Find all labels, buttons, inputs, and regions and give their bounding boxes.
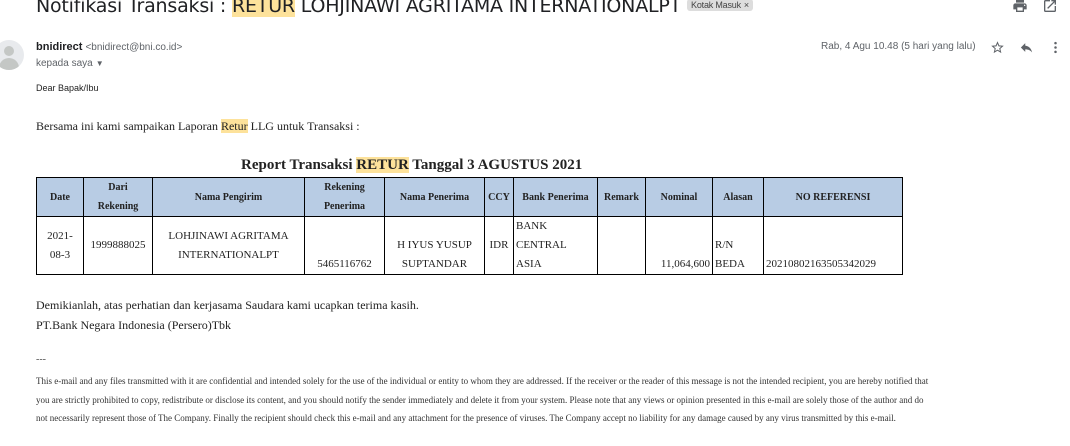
sender-email: <bnidirect@bni.co.id> [85,42,183,53]
header-ccy: CCY [484,177,514,217]
cell-alasan-line1: R/N [715,239,734,251]
sender-line: bnidirect <bnidirect@bni.co.id> [36,41,182,53]
cell-bank-line3: ASIA [516,258,542,270]
cell-nominal: 11,064,600 [645,216,713,275]
cell-date-line1: 2021- [47,229,73,242]
header-rek-line1: Rekening [324,182,365,193]
avatar-icon [0,40,24,70]
cell-nama-pengirim: LOHJINAWI AGRITAMA INTERNATIONALPT [152,216,305,275]
inbox-label-text: Kotak Masuk [691,0,741,10]
header-no-referensi: NO REFERENSI [763,177,903,217]
cell-alasan-line2: BEDA [715,258,745,270]
disclaimer-line: you are strictly prohibited to copy, red… [36,394,924,405]
greeting: Dear Bapak/Ibu [36,83,99,93]
subject-highlight: RETUR [231,0,295,17]
header-bank-penerima: Bank Penerima [513,177,598,217]
disclaimer-line: This e-mail and any files transmitted wi… [36,376,929,386]
sender-name[interactable]: bnidirect [36,41,82,53]
subject-suffix: LOHJINAWI AGRITAMA INTERNATIONALPT [294,0,682,17]
cell-no-referensi: 20210802163505342029 [763,216,903,275]
report-title-highlight: RETUR [356,157,409,173]
header-alasan: Alasan [712,177,764,217]
table-header-row: Date Dari Rekening Nama Pengirim Rekening… [36,177,903,217]
cell-penerima-line2: SUPTANDAR [401,258,468,270]
message-date: Rab, 4 Agu 10.48 (5 hari yang lalu) [821,41,976,52]
inbox-label-chip[interactable]: Kotak Masuk × [687,0,753,11]
cell-nama-penerima: H IYUS YUSUP SUPTANDAR [384,216,485,275]
intro-text: Bersama ini kami sampaikan Laporan Retur… [36,119,360,134]
cell-bank-line1: BANK [516,220,548,232]
signature-separator: --- [36,354,46,365]
intro-highlight: Retur [220,119,248,133]
report-title-before: Report Transaksi [241,157,357,173]
header-rek-line2: Penerima [323,201,366,212]
header-dari-line1: Dari [108,182,128,193]
chevron-down-icon: ▼ [95,59,104,68]
recipient-label: kepada saya [36,58,93,69]
print-icon[interactable] [1012,0,1028,19]
recipient-toggle[interactable]: kepada saya ▼ [36,58,104,69]
email-subject: Notifikasi Transaksi : RETUR LOHJINAWI A… [36,0,753,17]
header-date: Date [36,177,84,217]
header-dari-line2: Rekening [97,201,139,212]
cell-pengirim-line2: INTERNATIONALPT [178,248,279,261]
intro-after: LLG untuk Transaksi : [247,119,360,133]
cell-penerima-line1: H IYUS YUSUP [397,239,472,251]
cell-rekening-penerima: 5465116762 [304,216,385,275]
cell-date-line2: 08-3 [49,248,71,261]
header-remark: Remark [597,177,646,217]
star-icon[interactable] [990,40,1005,60]
subject-prefix: Notifikasi Transaksi : [36,0,232,17]
table-row: 2021- 08-3 1999888025 LOHJINAWI AGRITAMA I… [36,216,903,275]
closing-line1: Demikianlah, atas perhatian dan kerjasam… [36,298,419,312]
message-actions [990,40,1063,60]
open-new-window-icon[interactable] [1042,0,1058,19]
header-nominal: Nominal [645,177,713,217]
closing-text: Demikianlah, atas perhatian dan kerjasam… [36,295,419,335]
cell-remark [597,216,646,275]
report-table: Date Dari Rekening Nama Pengirim Rekening… [36,177,903,275]
disclaimer-line: not necessarily represent those of The C… [36,413,896,423]
cell-ccy: IDR [484,216,514,275]
reply-icon[interactable] [1019,40,1034,60]
header-dari-rekening: Dari Rekening [83,177,153,217]
cell-date: 2021- 08-3 [36,216,84,275]
report-title-after: Tanggal 3 AGUSTUS 2021 [408,157,583,173]
header-nama-penerima: Nama Penerima [384,177,485,217]
header-nama-pengirim: Nama Pengirim [152,177,305,217]
intro-before: Bersama ini kami sampaikan Laporan [36,119,221,133]
top-actions [1012,0,1058,19]
cell-alasan: R/N BEDA [712,216,764,275]
disclaimer: This e-mail and any files transmitted wi… [36,372,1070,428]
cell-bank-penerima: BANK CENTRAL ASIA [513,216,598,275]
cell-pengirim-line1: LOHJINAWI AGRITAMA [168,229,289,242]
more-vert-icon[interactable] [1048,40,1063,60]
remove-label-icon[interactable]: × [744,0,749,10]
report-title: Report Transaksi RETUR Tanggal 3 AGUSTUS… [241,157,582,174]
closing-line2: PT.Bank Negara Indonesia (Persero)Tbk [36,318,232,332]
cell-dari-rekening: 1999888025 [83,216,153,275]
header-rekening-penerima: Rekening Penerima [304,177,385,217]
cell-bank-line2: CENTRAL [516,239,567,251]
